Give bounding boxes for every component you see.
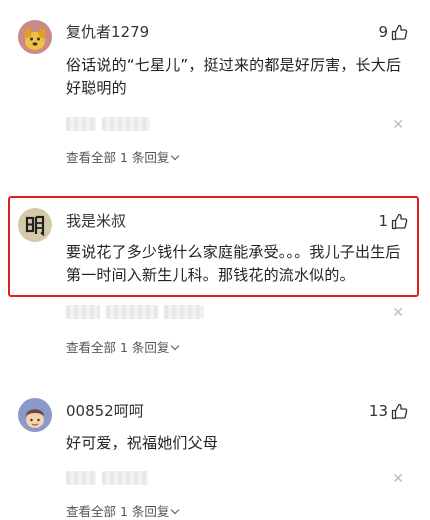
avatar[interactable]: [18, 208, 52, 242]
comment-item: 00852呵呵 13 好可爱，祝福她们父母 ✕ 查看全部 1 条回复: [0, 386, 430, 519]
comment-text: 要说花了多少钱什么家庭能承受。。。我儿子出生后第一时间入新生儿科。那钱花的流水似…: [66, 243, 401, 284]
comment-text: 俗话说的“七星儿”，挺过来的都是好厉害，长大后好聪明的: [66, 56, 402, 97]
thumbs-up-icon: [391, 24, 408, 40]
username[interactable]: 我是米叔: [66, 211, 126, 231]
blurred-meta: [66, 471, 148, 485]
view-replies-button[interactable]: 查看全部 1 条回复: [66, 150, 180, 166]
comment-text: 好可爱，祝福她们父母: [66, 434, 219, 452]
like-button[interactable]: 9: [378, 22, 408, 42]
chevron-down-icon: [171, 151, 180, 161]
like-count: 9: [378, 23, 388, 41]
view-replies-button[interactable]: 查看全部 1 条回复: [66, 504, 180, 520]
comment-item: 我是米叔 1 要说花了多少钱什么家庭能承受。。。我儿子出生后第一时间入新生儿科。…: [0, 196, 430, 366]
calligraphy-ming-icon: [18, 208, 52, 242]
chevron-down-icon: [171, 505, 180, 515]
cartoon-character-icon: [18, 398, 52, 432]
avatar[interactable]: [18, 20, 52, 54]
view-replies-button[interactable]: 查看全部 1 条回复: [66, 340, 180, 356]
like-button[interactable]: 13: [369, 401, 408, 421]
close-icon[interactable]: ✕: [392, 118, 404, 132]
view-replies-label: 查看全部 1 条回复: [66, 150, 170, 165]
username[interactable]: 复仇者1279: [66, 22, 149, 42]
username[interactable]: 00852呵呵: [66, 401, 144, 421]
avatar[interactable]: [18, 398, 52, 432]
close-icon[interactable]: ✕: [392, 306, 404, 320]
view-replies-label: 查看全部 1 条回复: [66, 340, 170, 355]
comment-item: 复仇者1279 9 俗话说的“七星儿”，挺过来的都是好厉害，长大后好聪明的 ✕ …: [0, 0, 430, 180]
like-count: 13: [368, 402, 388, 420]
close-icon[interactable]: ✕: [392, 472, 404, 486]
chevron-down-icon: [171, 341, 180, 351]
view-replies-label: 查看全部 1 条回复: [66, 504, 170, 519]
blurred-meta: [66, 305, 204, 319]
like-count: 1: [378, 212, 388, 230]
blurred-meta: [66, 117, 150, 131]
dog-icon: [18, 20, 52, 54]
like-button[interactable]: 1: [378, 211, 408, 231]
thumbs-up-icon: [391, 403, 408, 419]
thumbs-up-icon: [391, 213, 408, 229]
